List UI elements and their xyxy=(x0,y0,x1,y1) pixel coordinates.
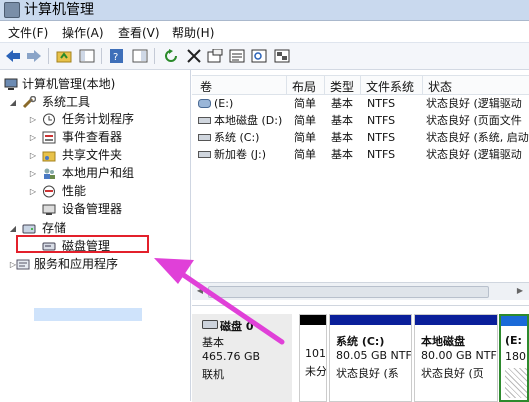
toolbar: ? xyxy=(0,43,529,70)
expand-arrow-icon[interactable]: ▷ xyxy=(28,129,38,146)
expand-arrow-icon[interactable]: ▷ xyxy=(28,111,38,128)
menu-bar: 文件(F) 操作(A) 查看(V) 帮助(H) xyxy=(0,21,529,43)
expand-arrow-icon[interactable]: ▷ xyxy=(28,183,38,200)
computer-management-icon xyxy=(4,78,18,90)
menu-action[interactable]: 操作(A) xyxy=(62,24,104,41)
column-volume[interactable]: 卷 xyxy=(200,78,212,95)
performance-icon xyxy=(43,185,55,198)
table-row[interactable]: 本地磁盘 (D:) 简单 基本 NTFS 状态良好 (页面文件 xyxy=(192,112,529,129)
device-manager-icon xyxy=(42,204,56,215)
disk-settings-icon[interactable] xyxy=(273,47,291,65)
clock-icon xyxy=(43,113,55,126)
partition-e-extended[interactable]: (E: 180. xyxy=(499,314,529,402)
help-icon[interactable]: ? xyxy=(108,47,126,65)
menu-help[interactable]: 帮助(H) xyxy=(172,24,214,41)
expand-arrow-icon[interactable]: ▷ xyxy=(28,165,38,182)
drive-icon xyxy=(198,151,211,158)
users-icon xyxy=(44,168,55,179)
storage-icon xyxy=(22,224,36,234)
menu-view[interactable]: 查看(V) xyxy=(118,24,160,41)
column-header: 卷 布局 类型 文件系统 状态 xyxy=(192,75,529,95)
export-icon[interactable] xyxy=(206,47,224,65)
annotation-arrow xyxy=(154,258,285,345)
selection-highlight xyxy=(34,308,142,321)
drive-icon xyxy=(198,134,211,141)
back-arrow-icon[interactable] xyxy=(4,47,22,65)
shared-folder-icon xyxy=(42,151,56,162)
column-type[interactable]: 类型 xyxy=(330,78,354,95)
partition-unallocated[interactable]: 101 未分 xyxy=(299,314,327,402)
services-icon xyxy=(16,259,30,270)
volume-icon xyxy=(198,99,211,108)
scroll-right-icon[interactable]: ▶ xyxy=(514,285,526,297)
table-row[interactable]: 新加卷 (J:) 简单 基本 NTFS 状态良好 (逻辑驱动 xyxy=(192,146,529,163)
window-title: 计算机管理 xyxy=(24,2,94,18)
properties-icon[interactable] xyxy=(228,47,246,65)
table-row[interactable]: 系统 (C:) 简单 基本 NTFS 状态良好 (系统, 启动 xyxy=(192,129,529,146)
partition-c[interactable]: 系统 (C:) 80.05 GB NTF 状态良好 (系 xyxy=(329,314,412,402)
tools-icon xyxy=(22,96,36,109)
table-row[interactable]: (E:) 简单 基本 NTFS 状态良好 (逻辑驱动 xyxy=(192,95,529,112)
column-status[interactable]: 状态 xyxy=(428,78,452,95)
expand-arrow-icon[interactable]: ▷ xyxy=(28,147,38,164)
up-folder-icon[interactable] xyxy=(55,47,73,65)
event-viewer-icon xyxy=(42,131,56,144)
column-filesystem[interactable]: 文件系统 xyxy=(366,78,414,95)
svg-text:?: ? xyxy=(113,52,118,63)
view-search-icon[interactable] xyxy=(250,47,268,65)
menu-file[interactable]: 文件(F) xyxy=(8,24,48,41)
delete-icon[interactable] xyxy=(185,47,203,65)
refresh-icon[interactable] xyxy=(162,47,180,65)
properties-pane-icon[interactable] xyxy=(131,47,149,65)
show-hide-tree-icon[interactable] xyxy=(78,47,96,65)
column-layout[interactable]: 布局 xyxy=(292,78,316,95)
title-bar: 计算机管理 xyxy=(0,0,529,21)
partition-d[interactable]: 本地磁盘 80.00 GB NTF 状态良好 (页 xyxy=(414,314,498,402)
computer-management-icon xyxy=(4,2,20,18)
forward-arrow-icon[interactable] xyxy=(25,47,43,65)
volume-list-pane: 卷 布局 类型 文件系统 状态 (E:) 简单 基本 NTFS 状态良好 (逻辑… xyxy=(192,70,529,402)
drive-icon xyxy=(198,117,211,124)
annotation-highlight-box xyxy=(16,235,149,253)
collapse-arrow-icon[interactable]: ◢ xyxy=(8,94,18,111)
